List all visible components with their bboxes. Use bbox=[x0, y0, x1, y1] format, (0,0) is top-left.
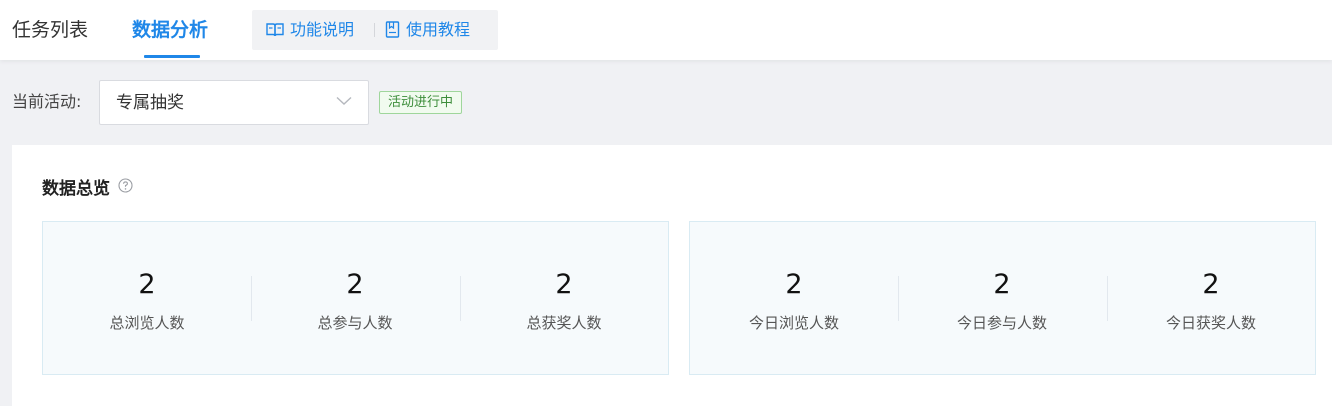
stat-today-participants: 2 今日参与人数 bbox=[898, 222, 1106, 374]
tab-data-analysis[interactable]: 数据分析 bbox=[132, 16, 208, 44]
stat-total-participants: 2 总参与人数 bbox=[251, 222, 459, 374]
data-overview-panel: 数据总览 2 总浏览人数 2 总参与人数 2 总获奖人数 2 今日浏览人数 2 bbox=[12, 145, 1332, 406]
stat-total-winners: 2 总获奖人数 bbox=[460, 222, 668, 374]
tutorial-label: 使用教程 bbox=[406, 20, 471, 39]
active-tab-indicator bbox=[144, 55, 200, 58]
status-badge: 活动进行中 bbox=[379, 91, 463, 114]
panel-title: 数据总览 bbox=[42, 178, 133, 200]
help-links-box: 功能说明 使用教程 bbox=[252, 10, 498, 50]
bookmark-icon bbox=[385, 21, 400, 38]
book-open-icon bbox=[266, 23, 284, 37]
stat-value: 2 bbox=[785, 269, 803, 300]
current-activity-label: 当前活动: bbox=[12, 92, 82, 111]
top-nav: 任务列表 数据分析 功能说明 使用教程 bbox=[0, 0, 1332, 60]
activity-select-value: 专属抽奖 bbox=[116, 93, 184, 113]
today-stats-card: 2 今日浏览人数 2 今日参与人数 2 今日获奖人数 bbox=[689, 221, 1316, 375]
tutorial-link[interactable]: 使用教程 bbox=[385, 20, 470, 40]
stat-label: 总浏览人数 bbox=[109, 314, 185, 332]
stat-label: 今日浏览人数 bbox=[748, 314, 839, 332]
stat-today-winners: 2 今日获奖人数 bbox=[1107, 222, 1315, 374]
stat-label: 总获奖人数 bbox=[526, 314, 602, 332]
stat-total-views: 2 总浏览人数 bbox=[43, 222, 251, 374]
chevron-down-icon bbox=[336, 96, 352, 105]
tab-task-list[interactable]: 任务列表 bbox=[12, 16, 88, 44]
total-stats-card: 2 总浏览人数 2 总参与人数 2 总获奖人数 bbox=[42, 221, 669, 375]
stat-value: 2 bbox=[346, 269, 364, 300]
stat-value: 2 bbox=[138, 269, 156, 300]
activity-select[interactable]: 专属抽奖 bbox=[99, 80, 369, 125]
feature-description-label: 功能说明 bbox=[290, 20, 355, 39]
question-circle-icon[interactable] bbox=[118, 178, 133, 193]
stat-value: 2 bbox=[555, 269, 573, 300]
feature-description-link[interactable]: 功能说明 bbox=[266, 20, 354, 40]
panel-title-text: 数据总览 bbox=[42, 179, 110, 199]
stat-value: 2 bbox=[993, 269, 1011, 300]
stat-today-views: 2 今日浏览人数 bbox=[690, 222, 898, 374]
stat-label: 总参与人数 bbox=[317, 314, 393, 332]
stat-value: 2 bbox=[1202, 269, 1220, 300]
stat-label: 今日获奖人数 bbox=[1165, 314, 1256, 332]
divider bbox=[374, 23, 375, 37]
stat-label: 今日参与人数 bbox=[956, 314, 1047, 332]
